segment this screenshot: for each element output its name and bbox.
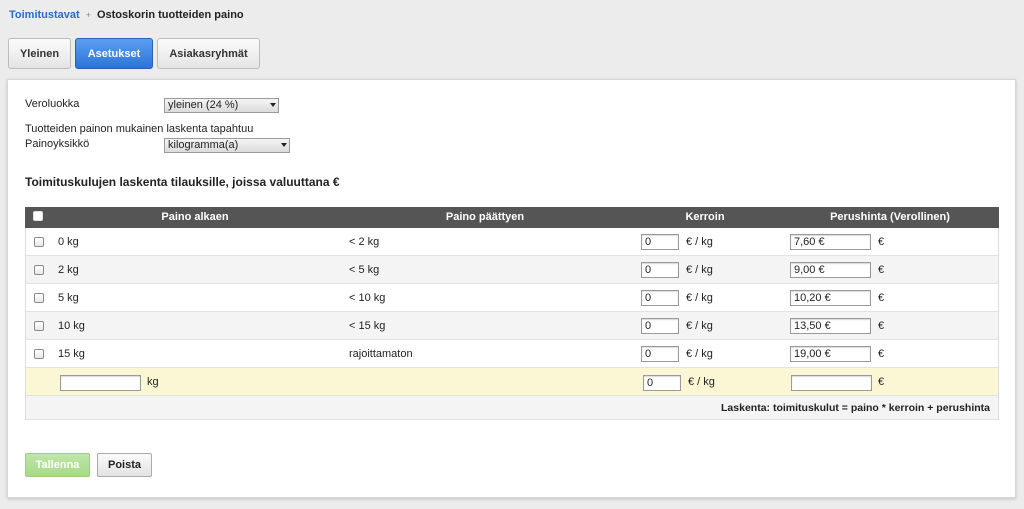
column-header-from: Paino alkaen [161, 211, 229, 223]
breadcrumb-link-toimitustavat[interactable]: Toimitustavat [9, 9, 80, 21]
settings-panel: Veroluokka yleinen (24 %) Tuotteiden pai… [7, 79, 1016, 498]
row-checkbox[interactable] [34, 293, 44, 303]
price-unit: € [878, 320, 885, 332]
breadcrumb-current: Ostoskorin tuotteiden paino [96, 9, 244, 21]
new-row: kg 0 € / kg € [25, 368, 999, 396]
table-header: Paino alkaen Paino päättyen Kerroin Peru… [25, 207, 999, 228]
tax-class-value: yleinen (24 %) [168, 99, 239, 111]
breadcrumb: Toimitustavat + Ostoskorin tuotteiden pa… [9, 9, 244, 21]
table-row: 15 kg rajoittamaton 0 € / kg 19,00 € € [25, 340, 999, 368]
table-row: 0 kg < 2 kg 0 € / kg 7,60 € € [25, 228, 999, 256]
row-weight-from: 15 kg [58, 348, 85, 360]
multiplier-unit: € / kg [686, 236, 713, 248]
multiplier-unit: € / kg [686, 348, 713, 360]
calc-info-text: Tuotteiden painon mukainen laskenta tapa… [25, 123, 254, 135]
row-checkbox[interactable] [34, 265, 44, 275]
weight-unit-select[interactable]: kilogramma(a) [164, 138, 290, 153]
row-weight-from: 0 kg [58, 236, 79, 248]
row-weight-from: 10 kg [58, 320, 85, 332]
row-weight-from: 2 kg [58, 264, 79, 276]
tax-class-select[interactable]: yleinen (24 %) [164, 98, 279, 113]
multiplier-input[interactable]: 0 [641, 318, 679, 334]
multiplier-unit: € / kg [686, 320, 713, 332]
select-all-checkbox[interactable] [33, 211, 43, 221]
weight-unit-label: Painoyksikkö [25, 138, 90, 150]
new-multiplier-unit: € / kg [688, 376, 715, 388]
column-header-to: Paino päättyen [445, 211, 525, 223]
chevron-down-icon [270, 103, 276, 107]
multiplier-input[interactable]: 0 [641, 234, 679, 250]
tab-yleinen[interactable]: Yleinen [8, 38, 71, 69]
shipping-cost-table: Paino alkaen Paino päättyen Kerroin Peru… [25, 207, 999, 420]
tax-class-label: Veroluokka [25, 98, 80, 110]
multiplier-input[interactable]: 0 [641, 290, 679, 306]
new-base-price-input[interactable] [791, 375, 872, 391]
new-weight-unit: kg [147, 376, 159, 388]
breadcrumb-separator: + [85, 10, 91, 20]
tab-asetukset[interactable]: Asetukset [75, 38, 153, 69]
row-checkbox[interactable] [34, 321, 44, 331]
table-row: 5 kg < 10 kg 0 € / kg 10,20 € € [25, 284, 999, 312]
save-button[interactable]: Tallenna [25, 453, 90, 477]
base-price-input[interactable]: 10,20 € [790, 290, 871, 306]
multiplier-unit: € / kg [686, 264, 713, 276]
row-weight-from: 5 kg [58, 292, 79, 304]
base-price-input[interactable]: 13,50 € [790, 318, 871, 334]
row-weight-to: < 2 kg [349, 236, 380, 248]
delete-button[interactable]: Poista [97, 453, 152, 477]
weight-unit-value: kilogramma(a) [168, 139, 239, 151]
base-price-input[interactable]: 19,00 € [790, 346, 871, 362]
multiplier-unit: € / kg [686, 292, 713, 304]
price-unit: € [878, 264, 885, 276]
table-footer: Laskenta: toimituskulut = paino * kerroi… [25, 396, 999, 420]
row-weight-to: < 10 kg [349, 292, 386, 304]
row-weight-to: < 15 kg [349, 320, 386, 332]
table-row: 10 kg < 15 kg 0 € / kg 13,50 € € [25, 312, 999, 340]
tab-bar: Yleinen Asetukset Asiakasryhmät [8, 38, 260, 69]
tab-asiakasryhmat[interactable]: Asiakasryhmät [157, 38, 260, 69]
multiplier-input[interactable]: 0 [641, 262, 679, 278]
multiplier-input[interactable]: 0 [641, 346, 679, 362]
chevron-down-icon [281, 143, 287, 147]
new-multiplier-input[interactable]: 0 [643, 375, 681, 391]
price-unit: € [878, 236, 885, 248]
price-unit: € [878, 292, 885, 304]
new-price-unit: € [878, 376, 885, 388]
base-price-input[interactable]: 9,00 € [790, 262, 871, 278]
new-weight-from-input[interactable] [60, 375, 141, 391]
price-unit: € [878, 348, 885, 360]
column-header-multiplier: Kerroin [685, 211, 725, 223]
row-weight-to: < 5 kg [349, 264, 380, 276]
row-checkbox[interactable] [34, 237, 44, 247]
row-checkbox[interactable] [34, 349, 44, 359]
table-row: 2 kg < 5 kg 0 € / kg 9,00 € € [25, 256, 999, 284]
calculation-formula: Laskenta: toimituskulut = paino * kerroi… [721, 402, 990, 414]
section-title: Toimituskulujen laskenta tilauksille, jo… [25, 175, 340, 189]
base-price-input[interactable]: 7,60 € [790, 234, 871, 250]
column-header-base-price: Perushinta (Verollinen) [830, 211, 950, 223]
row-weight-to: rajoittamaton [349, 348, 413, 360]
